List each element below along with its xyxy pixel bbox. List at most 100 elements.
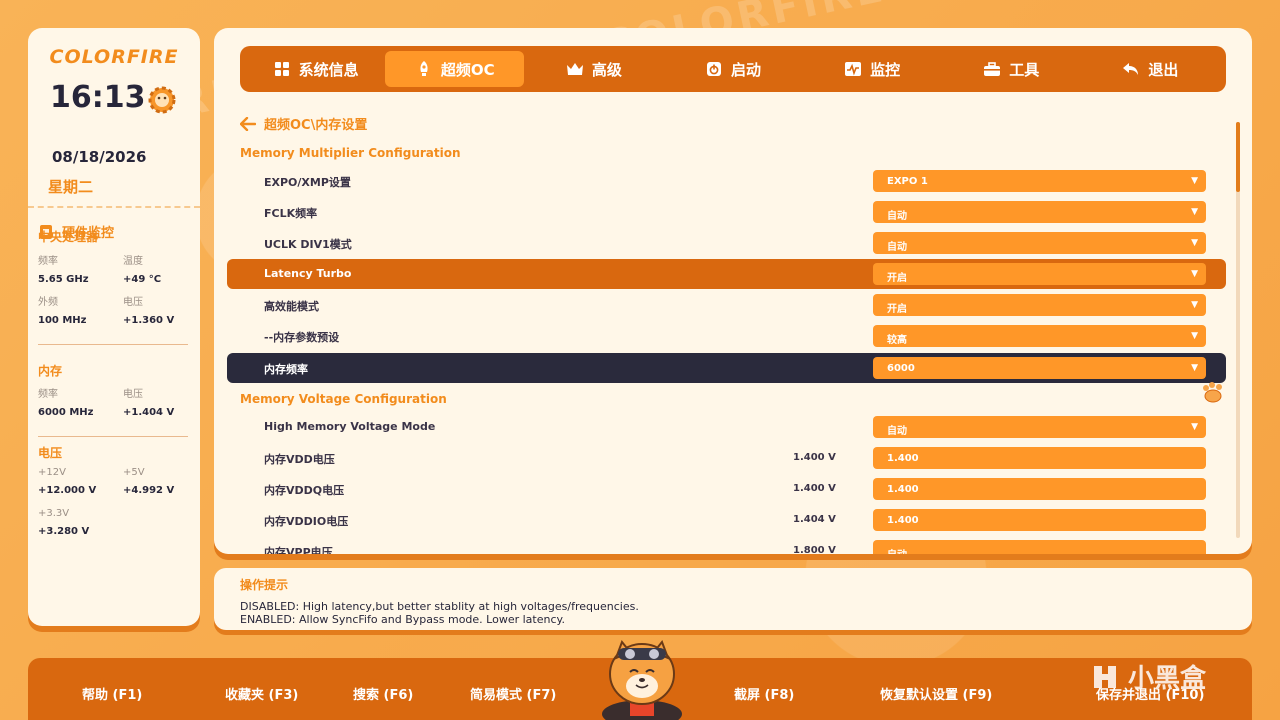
setting-dropdown[interactable]: 开启 ▼	[873, 294, 1206, 316]
breadcrumb-path: 超频OC\内存设置	[264, 118, 368, 133]
tab-label: 高级	[591, 60, 622, 79]
paw-cursor-icon	[1203, 382, 1222, 403]
tab-tools[interactable]: 工具	[942, 51, 1081, 87]
dropdown-value: 自动	[887, 426, 907, 437]
setting-row-highlighted[interactable]: Latency Turbo 开启 ▼	[227, 259, 1226, 289]
setting-row[interactable]: FCLK频率 自动 ▼	[227, 197, 1226, 227]
scrollbar-thumb[interactable]	[1236, 122, 1240, 192]
dropdown-value: 较高	[887, 335, 907, 346]
tab-label: 超频OC	[440, 60, 495, 79]
dropdown-arrow-icon: ▼	[1191, 422, 1198, 432]
divider	[38, 436, 188, 437]
easy-mode-button[interactable]: 简易模式 (F7)	[470, 684, 556, 703]
dropdown-arrow-icon: ▼	[1191, 238, 1198, 248]
setting-label: 内存VDDIO电压	[264, 515, 349, 528]
tab-system-info[interactable]: 系统信息	[246, 51, 385, 87]
cpu-bclk: 外频 100 MHz	[38, 297, 87, 326]
input-value: 1.400	[887, 453, 919, 464]
main-panel: 系统信息 超频OC 高级 启动 监控 工具 退出 超频OC\内存设置 Memor…	[214, 28, 1252, 554]
monitor-icon	[844, 60, 862, 78]
setting-row[interactable]: 内存VPP电压 1.800 V 自动	[227, 536, 1226, 554]
setting-label: 内存频率	[264, 363, 308, 376]
clock-time: 16:13	[50, 80, 146, 115]
restore-defaults-button[interactable]: 恢复默认设置 (F9)	[880, 684, 992, 703]
tab-exit[interactable]: 退出	[1081, 51, 1220, 87]
favorites-button[interactable]: 收藏夹 (F3)	[225, 684, 298, 703]
setting-label: UCLK DIV1模式	[264, 238, 352, 251]
setting-row[interactable]: UCLK DIV1模式 自动 ▼	[227, 228, 1226, 258]
dropdown-arrow-icon: ▼	[1191, 300, 1198, 310]
dropdown-value: EXPO 1	[887, 176, 928, 187]
gear-icon	[148, 86, 176, 114]
setting-row[interactable]: --内存参数预设 较高 ▼	[227, 321, 1226, 351]
setting-dropdown[interactable]: 较高 ▼	[873, 325, 1206, 347]
setting-row[interactable]: High Memory Voltage Mode 自动 ▼	[227, 412, 1226, 442]
dropdown-value: 自动	[887, 242, 907, 253]
rocket-icon	[415, 60, 433, 78]
setting-label: EXPO/XMP设置	[264, 176, 351, 189]
watermark-text: 小黑盒	[1128, 664, 1207, 694]
setting-row[interactable]: EXPO/XMP设置 EXPO 1 ▼	[227, 166, 1226, 196]
tab-advanced[interactable]: 高级	[524, 51, 663, 87]
hardware-sidebar: COLORFIRE 16:13 08/18/2026 星期二 硬件监控 中央处理…	[28, 28, 200, 626]
dropdown-value: 6000	[887, 363, 915, 374]
dropdown-arrow-icon: ▼	[1191, 269, 1198, 279]
memory-frequency: 频率 6000 MHz	[38, 389, 94, 418]
setting-input[interactable]: 1.400	[873, 478, 1206, 500]
tab-label: 退出	[1148, 60, 1179, 79]
tab-label: 启动	[730, 60, 761, 79]
setting-label: Latency Turbo	[264, 267, 352, 280]
setting-dropdown[interactable]: 6000 ▼	[873, 357, 1206, 379]
watermark: 小黑盒	[1090, 658, 1206, 695]
scrollbar[interactable]	[1236, 122, 1240, 538]
input-value: 1.400	[887, 484, 919, 495]
divider	[28, 206, 200, 208]
cpu-temperature: 温度 +49 °C	[123, 256, 162, 285]
setting-row[interactable]: 内存VDD电压 1.400 V 1.400	[227, 443, 1226, 473]
tiger-mascot	[602, 640, 682, 720]
voltage-12v: +12V +12.000 V	[38, 467, 97, 496]
back-arrow-icon[interactable]	[240, 116, 256, 131]
input-value: 1.400	[887, 515, 919, 526]
setting-input[interactable]: 1.400	[873, 509, 1206, 531]
tab-label: 监控	[870, 60, 901, 79]
setting-dropdown[interactable]: 自动 ▼	[873, 201, 1206, 223]
top-tab-bar: 系统信息 超频OC 高级 启动 监控 工具 退出	[240, 46, 1226, 92]
setting-label: 高效能模式	[264, 300, 319, 313]
hint-text: DISABLED: High latency,but better stabli…	[240, 600, 639, 613]
dropdown-value: 开启	[887, 304, 907, 315]
screenshot-button[interactable]: 截屏 (F8)	[734, 684, 794, 703]
voltage-5v: +5V +4.992 V	[123, 467, 175, 496]
tab-monitor[interactable]: 监控	[803, 51, 942, 87]
dropdown-arrow-icon: ▼	[1191, 363, 1198, 373]
voltage-3v3: +3.3V +3.280 V	[38, 508, 90, 537]
setting-row[interactable]: 高效能模式 开启 ▼	[227, 290, 1226, 320]
grid-icon	[273, 60, 291, 78]
setting-dropdown[interactable]: 自动	[873, 540, 1206, 554]
memory-section-title: 内存	[38, 364, 63, 378]
setting-dropdown[interactable]: 自动 ▼	[873, 416, 1206, 438]
section-title-multiplier: Memory Multiplier Configuration	[240, 146, 461, 160]
cpu-voltage: 电压 +1.360 V	[123, 297, 175, 326]
dropdown-arrow-icon: ▼	[1191, 207, 1198, 217]
breadcrumb[interactable]: 超频OC\内存设置	[240, 114, 367, 133]
setting-row[interactable]: 内存VDDQ电压 1.400 V 1.400	[227, 474, 1226, 504]
setting-dropdown[interactable]: 开启 ▼	[873, 263, 1206, 285]
tab-overclock[interactable]: 超频OC	[385, 51, 525, 87]
setting-row[interactable]: 内存VDDIO电压 1.404 V 1.400	[227, 505, 1226, 535]
setting-label: FCLK频率	[264, 207, 318, 220]
setting-dropdown[interactable]: 自动 ▼	[873, 232, 1206, 254]
search-button[interactable]: 搜索 (F6)	[353, 684, 413, 703]
current-value: 1.800 V	[793, 545, 836, 554]
tab-boot[interactable]: 启动	[663, 51, 802, 87]
setting-input[interactable]: 1.400	[873, 447, 1206, 469]
setting-row-selected[interactable]: 内存频率 6000 ▼	[227, 353, 1226, 383]
clock-weekday: 星期二	[48, 178, 94, 196]
help-button[interactable]: 帮助 (F1)	[82, 684, 142, 703]
brand-logo: COLORFIRE	[49, 46, 179, 68]
voltage-section-title: 电压	[38, 446, 63, 460]
memory-voltage: 电压 +1.404 V	[123, 389, 175, 418]
setting-dropdown[interactable]: EXPO 1 ▼	[873, 170, 1206, 192]
watermark-logo-icon	[1094, 665, 1116, 688]
current-value: 1.400 V	[793, 483, 836, 494]
